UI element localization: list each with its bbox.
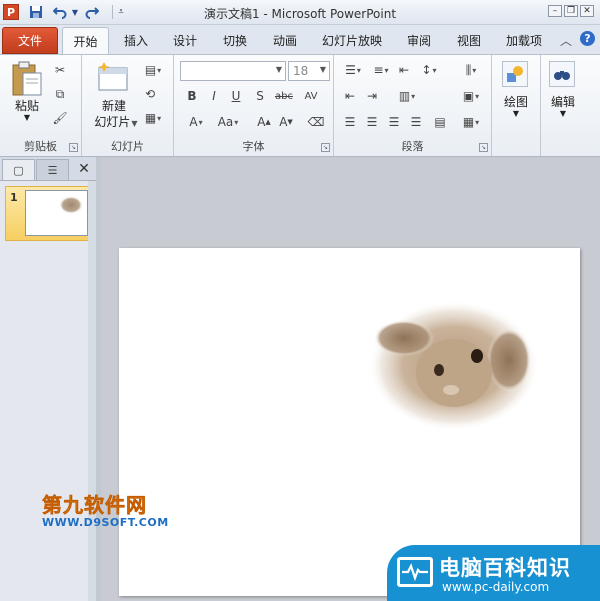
align-right-icon[interactable]: ☰ [386, 115, 402, 129]
char-spacing-icon[interactable]: AV [300, 89, 322, 103]
binoculars-icon[interactable] [549, 61, 575, 87]
title-bar: P ▼ ⩡ 演示文稿1 - Microsoft PowerPoint – ❐ ✕ [0, 0, 600, 25]
new-slide-label-1[interactable]: 新建 [92, 97, 136, 114]
font-name-combo[interactable]: ▼ [180, 61, 286, 81]
tab-transitions[interactable]: 切换 [214, 27, 256, 54]
new-slide-button[interactable]: 幻灯片▼ [88, 113, 144, 130]
underline-icon[interactable]: U [228, 89, 244, 103]
align-text-icon[interactable]: ▣ ▾ [460, 89, 482, 103]
window-title: 演示文稿1 - Microsoft PowerPoint [203, 7, 397, 21]
slide-editing-area [101, 157, 600, 601]
paragraph-group-label: 段落 [401, 140, 424, 153]
shrink-font-icon[interactable]: A ▼ [278, 115, 294, 129]
indent-less-icon[interactable]: ⇤ [342, 89, 358, 103]
new-slide-icon[interactable] [96, 61, 130, 93]
close-pane-icon[interactable]: ✕ [76, 161, 92, 177]
shapes-icon[interactable] [502, 61, 528, 87]
monitor-icon [397, 557, 433, 587]
italic-icon[interactable]: I [206, 89, 222, 103]
help-icon[interactable]: ? [580, 31, 595, 46]
distributed-icon[interactable]: ▤ [432, 115, 448, 129]
minimize-ribbon-icon[interactable]: ︿ [560, 32, 572, 49]
group-drawing: 绘图 ▼ [492, 55, 540, 156]
clear-formatting-icon[interactable]: ⌫ [308, 115, 325, 129]
paste-dropdown-icon[interactable]: ▼ [20, 113, 34, 122]
rabbit-picture[interactable] [359, 298, 539, 438]
align-left-icon[interactable]: ☰ [342, 115, 358, 129]
section-icon[interactable]: ▦ ▾ [142, 111, 164, 125]
slides-group-label: 幻灯片 [111, 140, 144, 153]
align-center-icon[interactable]: ☰ [364, 115, 380, 129]
tab-slides-thumbnails[interactable]: ▢ [2, 159, 35, 180]
line-spacing-icon[interactable]: ↕ ▾ [418, 63, 440, 77]
pane-scrollbar[interactable] [88, 181, 96, 601]
watermark-pc-daily-title: 电脑百科知识 [439, 556, 571, 580]
tab-review[interactable]: 审阅 [398, 27, 440, 54]
minimize-button[interactable]: – [548, 5, 562, 17]
bullets-icon[interactable]: ☰ ▾ [342, 63, 364, 77]
pane-tabs: ▢ ☰ ✕ [0, 157, 96, 181]
group-font: ▼ 18 ▼ B I U S abc AV A ▾ Aa ▾ A ▲ A ▼ ⌫ 字体 ↘ [174, 55, 334, 156]
drawing-dropdown-icon[interactable]: ▼ [510, 109, 522, 118]
editing-button[interactable]: 编辑 [543, 93, 583, 110]
tab-view[interactable]: 视图 [448, 27, 490, 54]
editing-dropdown-icon[interactable]: ▼ [557, 109, 569, 118]
ribbon-tabs: 文件 开始 插入 设计 切换 动画 幻灯片放映 审阅 视图 加载项 ︿ ? [0, 25, 600, 54]
justify-icon[interactable]: ☰ [408, 115, 424, 129]
tab-file[interactable]: 文件 [2, 27, 58, 54]
paste-icon[interactable] [10, 59, 44, 99]
shadow-icon[interactable]: S [252, 89, 268, 103]
grow-font-icon[interactable]: A ▲ [256, 115, 272, 129]
reset-icon[interactable]: ⟲ [142, 87, 158, 101]
font-size-combo[interactable]: 18 ▼ [288, 61, 330, 81]
thumbnail-rabbit-image [59, 196, 83, 214]
group-clipboard: 粘贴 ▼ ✂ ⧉ 🖌 剪贴板 ↘ [0, 55, 82, 156]
slides-thumbnail-pane: ▢ ☰ ✕ 1 [0, 157, 96, 601]
slide-canvas[interactable] [119, 248, 580, 596]
watermark-d9soft-url: WWW.D9SOFT.COM [42, 516, 169, 529]
slide-thumbnail-selected[interactable]: 1 [5, 186, 91, 241]
paragraph-launcher-icon[interactable]: ↘ [479, 143, 488, 152]
tab-slideshow[interactable]: 幻灯片放映 [314, 27, 390, 54]
numbering-icon[interactable]: ≡ ▾ [370, 63, 392, 77]
watermark-d9soft: 第九软件网 WWW.D9SOFT.COM [42, 489, 169, 529]
watermark-pc-daily-url: www.pc-daily.com [442, 580, 550, 594]
layout-icon[interactable]: ▤ ▾ [142, 63, 164, 77]
font-color-icon[interactable]: A ▾ [184, 115, 208, 129]
bold-icon[interactable]: B [184, 89, 200, 103]
clipboard-launcher-icon[interactable]: ↘ [69, 143, 78, 152]
font-group-label: 字体 [242, 140, 265, 153]
tab-animations[interactable]: 动画 [264, 27, 306, 54]
copy-icon[interactable]: ⧉ [52, 87, 68, 101]
group-editing: 编辑 ▼ [540, 55, 600, 156]
tab-design[interactable]: 设计 [164, 27, 206, 54]
drawing-button[interactable]: 绘图 [496, 93, 536, 110]
slide-thumbnail[interactable] [25, 190, 88, 236]
strikethrough-icon[interactable]: abc [274, 89, 294, 103]
close-button[interactable]: ✕ [580, 5, 594, 17]
text-direction-icon[interactable]: ⫼ ▾ [460, 63, 482, 77]
smartart-icon[interactable]: ▦ ▾ [460, 115, 482, 129]
slide-thumbnail-number: 1 [10, 191, 18, 204]
change-case-icon[interactable]: Aa ▾ [214, 115, 242, 129]
watermark-pc-daily: 电脑百科知识 www.pc-daily.com [387, 545, 600, 601]
watermark-d9soft-title: 第九软件网 [42, 493, 147, 518]
columns-icon[interactable]: ▥ ▾ [396, 89, 418, 103]
ribbon-home: 粘贴 ▼ ✂ ⧉ 🖌 剪贴板 ↘ 新建 幻灯片▼ ▤ ▾ ⟲ ▦ ▾ 幻灯片 ▼ 1… [0, 54, 600, 157]
tab-addins[interactable]: 加载项 [498, 27, 550, 54]
paste-button[interactable]: 粘贴 [10, 97, 44, 114]
group-paragraph: ☰ ▾ ≡ ▾ ⇤ ↕ ▾ ⫼ ▾ ⇤ ⇥ ▥ ▾ ▣ ▾ ☰ ☰ ☰ ☰ ▤ ▦ ▾ 段落 … [334, 55, 492, 156]
decrease-indent-icon[interactable]: ⇤ [396, 63, 412, 77]
font-launcher-icon[interactable]: ↘ [321, 143, 330, 152]
group-slides: 新建 幻灯片▼ ▤ ▾ ⟲ ▦ ▾ 幻灯片 [82, 55, 174, 156]
indent-more-icon[interactable]: ⇥ [364, 89, 380, 103]
tab-insert[interactable]: 插入 [116, 27, 156, 54]
restore-button[interactable]: ❐ [564, 5, 578, 17]
tab-outline[interactable]: ☰ [36, 159, 69, 180]
tab-home[interactable]: 开始 [62, 27, 109, 54]
cut-icon[interactable]: ✂ [52, 63, 68, 77]
format-painter-icon[interactable]: 🖌 [52, 111, 68, 125]
